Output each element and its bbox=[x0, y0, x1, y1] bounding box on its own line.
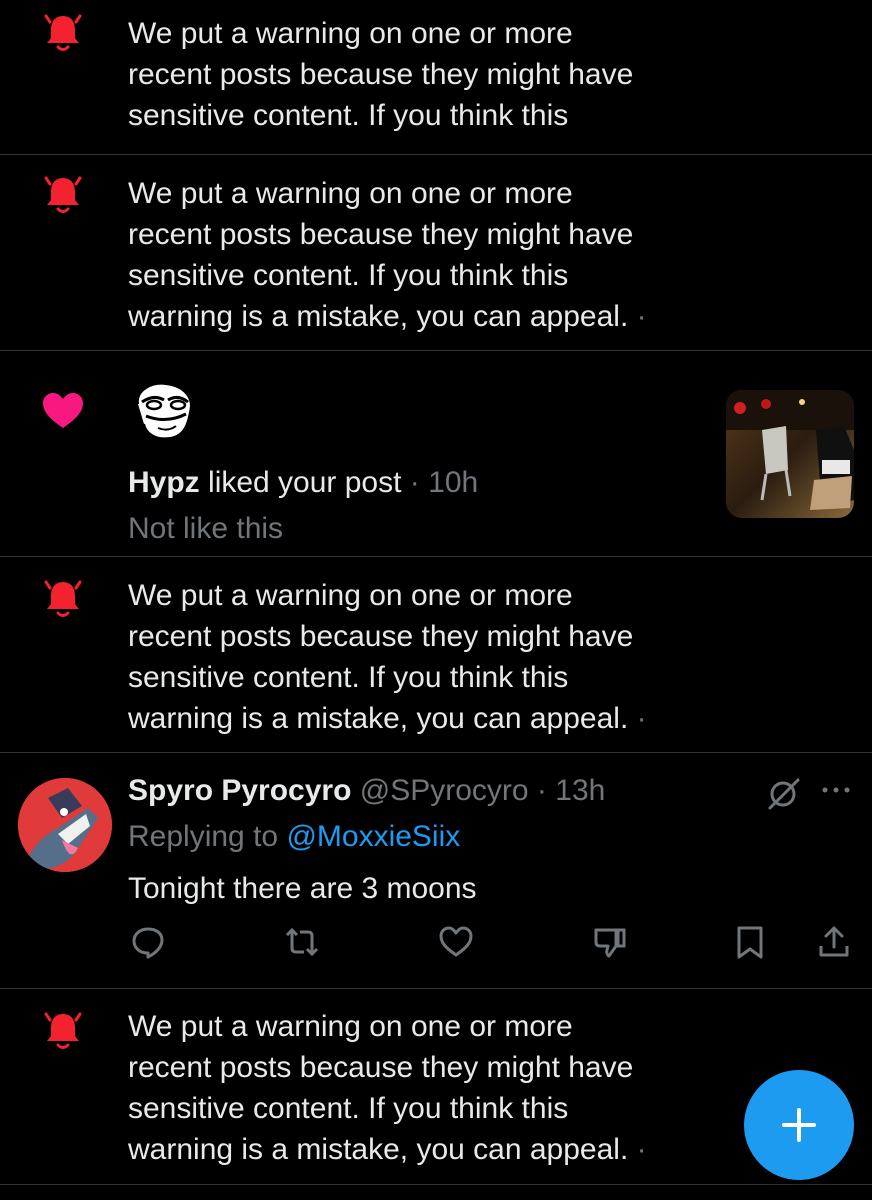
bookmark-icon[interactable] bbox=[732, 924, 768, 960]
divider bbox=[0, 556, 872, 557]
separator-dot: · bbox=[401, 466, 429, 499]
post-thumbnail-image bbox=[726, 390, 854, 518]
retweet-icon[interactable] bbox=[284, 924, 320, 960]
replying-prefix: Replying to bbox=[128, 820, 287, 853]
like-summary: Hypz liked your post · 10h bbox=[128, 462, 478, 503]
warning-text: We put a warning on one or more recent p… bbox=[128, 1006, 728, 1170]
timestamp: 10h bbox=[428, 466, 479, 499]
bell-warning-icon bbox=[44, 580, 82, 617]
post-thumbnail[interactable] bbox=[726, 390, 854, 518]
display-name[interactable]: Spyro Pyrocyro bbox=[128, 774, 351, 807]
share-icon[interactable] bbox=[816, 924, 852, 960]
avatar-image bbox=[18, 778, 112, 872]
like-icon[interactable] bbox=[438, 924, 474, 960]
tweet-header: Spyro Pyrocyro @SPyrocyro · 13h bbox=[128, 770, 605, 811]
tweet-text: Tonight there are 3 moons bbox=[128, 872, 477, 905]
warning-text: We put a warning on one or more recent p… bbox=[128, 173, 728, 337]
divider bbox=[0, 154, 872, 155]
warning-message: We put a warning on one or more recent p… bbox=[128, 177, 634, 333]
reply-icon[interactable] bbox=[130, 924, 166, 960]
mention-link[interactable]: @MoxxieSiix bbox=[286, 820, 460, 853]
divider bbox=[0, 1184, 872, 1185]
warning-message: We put a warning on one or more recent p… bbox=[128, 579, 634, 735]
heart-icon bbox=[43, 393, 83, 428]
divider bbox=[0, 752, 872, 753]
separator-dot: · bbox=[528, 774, 556, 807]
grok-icon[interactable] bbox=[766, 776, 802, 812]
warning-text: We put a warning on one or more recent p… bbox=[128, 13, 728, 136]
user-avatar[interactable] bbox=[128, 378, 200, 444]
timestamp[interactable]: 13h bbox=[555, 774, 605, 807]
compose-button[interactable] bbox=[744, 1070, 854, 1180]
divider bbox=[0, 988, 872, 989]
plus-icon bbox=[782, 1108, 816, 1142]
separator-dot: · bbox=[636, 1133, 647, 1166]
replying-to: Replying to @MoxxieSiix bbox=[128, 816, 460, 857]
warning-message: We put a warning on one or more recent p… bbox=[128, 17, 634, 132]
bell-warning-icon bbox=[44, 14, 82, 51]
liker-name[interactable]: Hypz bbox=[128, 466, 200, 499]
bell-warning-icon bbox=[44, 1012, 82, 1049]
separator-dot: · bbox=[636, 300, 647, 333]
not-like-this-link[interactable]: Not like this bbox=[128, 508, 283, 549]
user-avatar[interactable] bbox=[18, 778, 112, 872]
user-handle[interactable]: @SPyrocyro bbox=[351, 774, 529, 807]
warning-text: We put a warning on one or more recent p… bbox=[128, 575, 728, 739]
downvote-icon[interactable] bbox=[592, 924, 628, 960]
separator-dot: · bbox=[636, 702, 647, 735]
warning-message: We put a warning on one or more recent p… bbox=[128, 1010, 634, 1166]
more-options-icon[interactable] bbox=[820, 780, 852, 800]
bell-warning-icon bbox=[44, 176, 82, 213]
like-action-text: liked your post bbox=[199, 466, 402, 499]
divider bbox=[0, 350, 872, 351]
